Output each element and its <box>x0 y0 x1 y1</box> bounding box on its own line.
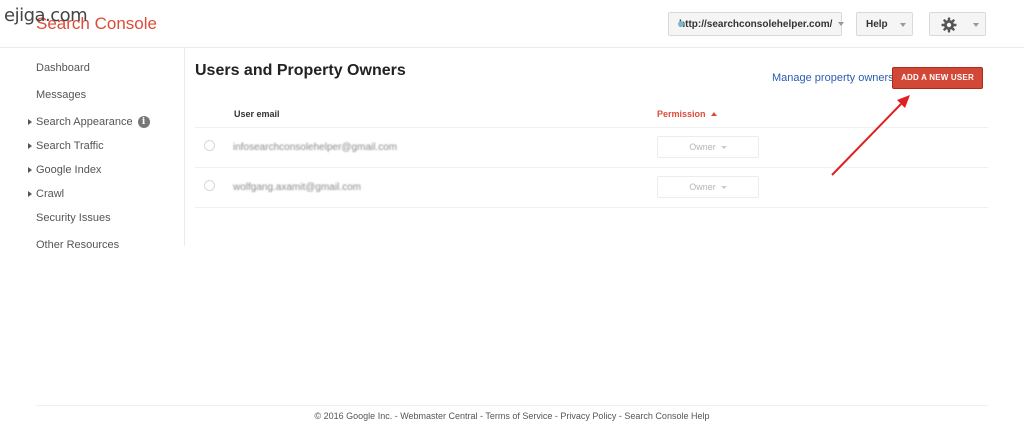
footer-divider <box>36 405 988 406</box>
footer: © 2016 Google Inc. - Webmaster Central -… <box>314 411 710 421</box>
watermark: ejiga.com <box>4 5 88 26</box>
annotation-arrow <box>831 95 910 176</box>
